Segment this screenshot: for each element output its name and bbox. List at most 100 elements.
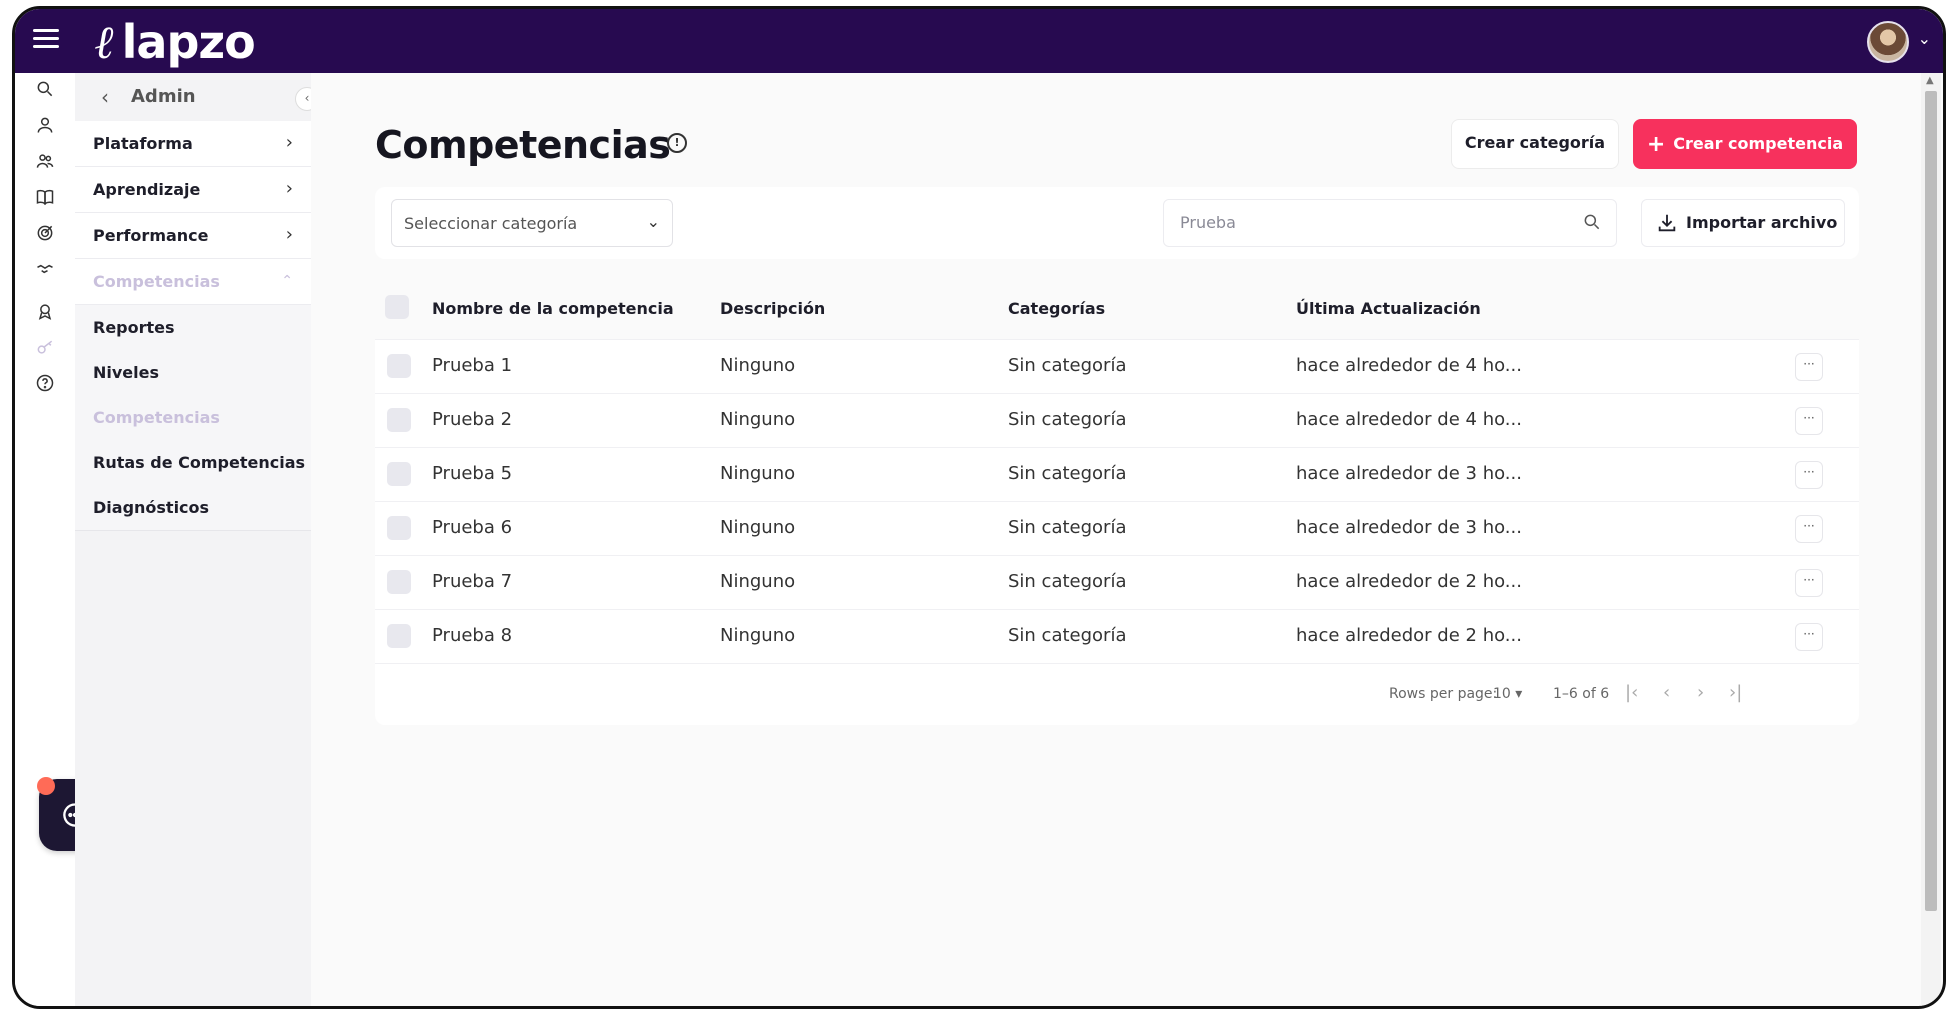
users-icon[interactable]	[33, 151, 57, 175]
sidebar-item-aprendizaje[interactable]: Aprendizaje ›	[75, 167, 311, 213]
cell-category: Sin categoría	[1008, 625, 1127, 646]
cell-category: Sin categoría	[1008, 463, 1127, 484]
chevron-up-icon: ⌃	[281, 273, 293, 289]
table-row[interactable]: Prueba 7 Ninguno Sin categoría hace alre…	[375, 555, 1859, 610]
table-row[interactable]: Prueba 1 Ninguno Sin categoría hace alre…	[375, 339, 1859, 394]
more-options-icon[interactable]: ···	[1795, 407, 1823, 435]
prev-page-icon[interactable]: ‹	[1663, 682, 1670, 703]
sidebar-subitem-label: Reportes	[93, 318, 175, 337]
sidebar-item-label: Plataforma	[93, 134, 193, 153]
user-icon[interactable]	[33, 115, 57, 139]
key-icon[interactable]	[33, 337, 57, 361]
cell-category: Sin categoría	[1008, 517, 1127, 538]
top-bar: ℓ lapzo ⌄	[15, 9, 1943, 73]
icon-rail	[15, 73, 111, 1006]
category-select-value: Seleccionar categoría	[404, 214, 578, 233]
rows-per-page-value: 10	[1493, 686, 1511, 702]
table-row[interactable]: Prueba 6 Ninguno Sin categoría hace alre…	[375, 501, 1859, 556]
column-header[interactable]: Categorías	[1008, 299, 1105, 318]
create-category-button[interactable]: Crear categoría	[1451, 119, 1619, 169]
divider	[75, 530, 311, 531]
column-header[interactable]: Descripción	[720, 299, 825, 318]
table-row[interactable]: Prueba 8 Ninguno Sin categoría hace alre…	[375, 609, 1859, 664]
book-icon[interactable]	[33, 187, 57, 211]
select-all-checkbox[interactable]	[385, 295, 409, 319]
cell-name: Prueba 1	[432, 355, 513, 376]
sidebar-subitem-reportes[interactable]: Reportes	[75, 305, 311, 350]
cell-category: Sin categoría	[1008, 409, 1127, 430]
rows-per-page-label: Rows per page:	[1389, 686, 1498, 702]
page-title: Competencias	[375, 123, 671, 167]
more-options-icon[interactable]: ···	[1795, 623, 1823, 651]
sidebar-header: ‹ Admin ‹	[75, 73, 319, 121]
medal-icon[interactable]	[33, 301, 57, 325]
cell-name: Prueba 7	[432, 571, 513, 592]
cell-name: Prueba 5	[432, 463, 513, 484]
search-input[interactable]	[1178, 212, 1562, 233]
category-select[interactable]: Seleccionar categoría ⌄	[391, 199, 673, 247]
download-icon	[1658, 214, 1676, 232]
cell-category: Sin categoría	[1008, 355, 1127, 376]
import-file-button[interactable]: Importar archivo	[1641, 199, 1845, 247]
sidebar-item-label: Performance	[93, 226, 209, 245]
next-page-icon[interactable]: ›	[1697, 682, 1704, 703]
cell-name: Prueba 6	[432, 517, 513, 538]
sidebar-item-performance[interactable]: Performance ›	[75, 213, 311, 259]
search-icon[interactable]	[33, 79, 57, 103]
last-page-icon[interactable]: ›|	[1729, 682, 1742, 703]
target-icon[interactable]	[33, 223, 57, 247]
cell-updated: hace alrededor de 3 ho...	[1296, 517, 1522, 538]
row-checkbox[interactable]	[387, 624, 411, 648]
more-options-icon[interactable]: ···	[1795, 461, 1823, 489]
handshake-icon[interactable]	[33, 259, 57, 283]
chevron-down-icon[interactable]: ⌄	[1918, 29, 1931, 48]
more-options-icon[interactable]: ···	[1795, 353, 1823, 381]
first-page-icon[interactable]: |‹	[1625, 682, 1638, 703]
column-header[interactable]: Nombre de la competencia	[432, 299, 674, 318]
sidebar-item-competencias[interactable]: Competencias ⌃	[75, 259, 311, 305]
scrollbar[interactable]: ▲	[1921, 73, 1941, 1006]
row-checkbox[interactable]	[387, 408, 411, 432]
create-competency-button[interactable]: + Crear competencia	[1633, 119, 1857, 169]
sidebar-menu: Plataforma › Aprendizaje › Performance ›…	[75, 121, 311, 531]
chevron-right-icon: ›	[285, 132, 293, 153]
row-checkbox[interactable]	[387, 516, 411, 540]
cell-updated: hace alrededor de 2 ho...	[1296, 625, 1522, 646]
logo[interactable]: ℓ lapzo	[95, 15, 256, 69]
chevron-right-icon: ›	[285, 178, 293, 199]
logo-mark-icon: ℓ	[95, 15, 115, 69]
info-icon[interactable]: !	[667, 133, 687, 153]
search-icon[interactable]	[1582, 212, 1602, 232]
row-checkbox[interactable]	[387, 462, 411, 486]
column-header[interactable]: Última Actualización	[1296, 299, 1481, 318]
more-options-icon[interactable]: ···	[1795, 569, 1823, 597]
sidebar-subitem-competencias[interactable]: Competencias	[75, 395, 311, 440]
competencies-table: Nombre de la competencia Descripción Cat…	[375, 279, 1859, 725]
table-row[interactable]: Prueba 2 Ninguno Sin categoría hace alre…	[375, 393, 1859, 448]
table-row[interactable]: Prueba 5 Ninguno Sin categoría hace alre…	[375, 447, 1859, 502]
menu-icon[interactable]	[33, 29, 59, 49]
scroll-thumb[interactable]	[1925, 91, 1937, 911]
sidebar-title: Admin	[131, 86, 196, 107]
sidebar-subitem-rutas[interactable]: Rutas de Competencias	[75, 440, 311, 485]
rows-per-page-select[interactable]: 10 ▾	[1493, 686, 1522, 702]
row-checkbox[interactable]	[387, 570, 411, 594]
sidebar-subitem-diagnosticos[interactable]: Diagnósticos	[75, 485, 311, 530]
cell-name: Prueba 2	[432, 409, 513, 430]
more-options-icon[interactable]: ···	[1795, 515, 1823, 543]
import-file-label: Importar archivo	[1686, 213, 1838, 232]
sidebar-subitem-niveles[interactable]: Niveles	[75, 350, 311, 395]
caret-down-icon: ▾	[1515, 686, 1523, 702]
avatar[interactable]	[1867, 21, 1909, 63]
sidebar-subitem-label: Niveles	[93, 363, 160, 382]
notification-dot	[37, 777, 55, 795]
cell-updated: hace alrededor de 4 ho...	[1296, 355, 1522, 376]
search-box	[1163, 199, 1617, 247]
help-icon[interactable]	[33, 373, 57, 397]
chevron-left-icon[interactable]: ‹	[101, 85, 109, 109]
cell-category: Sin categoría	[1008, 571, 1127, 592]
row-checkbox[interactable]	[387, 354, 411, 378]
plus-icon: +	[1646, 132, 1666, 157]
sidebar-item-plataforma[interactable]: Plataforma ›	[75, 121, 311, 167]
scroll-up-icon[interactable]: ▲	[1926, 75, 1934, 86]
